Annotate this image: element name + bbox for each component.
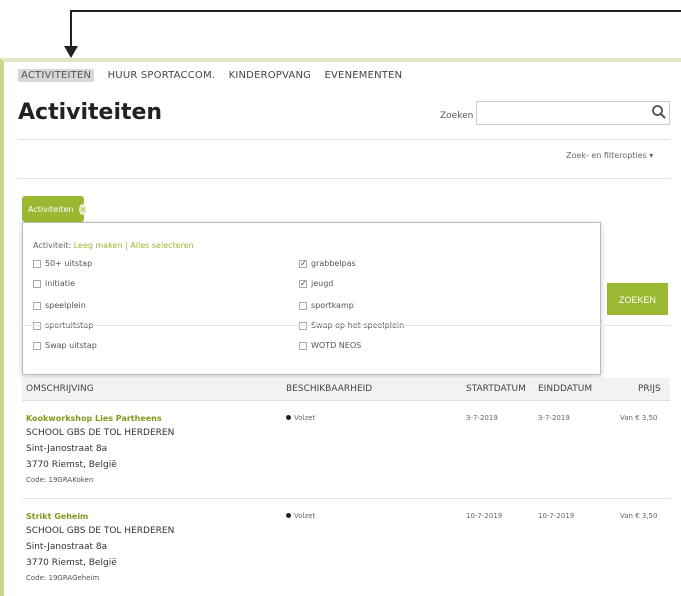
filter-tag-activities[interactable]: Activiteiten × [22,196,87,222]
page-title: Activiteiten [18,100,163,125]
nav-item-huur-sportaccom[interactable]: HUUR SPORTACCOM. [108,70,216,81]
checkbox-label: speelplein [45,301,86,310]
price: Van € 3,50 [620,414,658,422]
dropdown-heading-label: Activiteit: [33,241,72,250]
checkbox-option[interactable]: sportkamp [299,301,354,310]
select-all-link[interactable]: Alles selecteren [130,241,193,250]
checkbox-option[interactable]: 50+ uitstap [33,259,92,268]
checkbox-icon[interactable] [33,341,41,350]
table-row[interactable]: Strikt Geheim SCHOOL GBS DE TOL HERDEREN… [22,500,670,592]
divider [18,139,670,140]
annotation-area [0,0,681,58]
availability-label: Volzet [294,512,316,520]
checkbox-icon[interactable] [33,301,41,310]
activity-city: 3770 Riemst, België [26,460,117,470]
end-date: 3-7-2019 [538,414,570,422]
checkbox-label: sportkamp [311,301,354,310]
nav-item-activiteiten[interactable]: ACTIVITEITEN [18,69,95,82]
divider [18,178,670,179]
checkbox-option[interactable]: speelplein [33,301,86,310]
dropdown-heading: Activiteit: Leeg maken | Alles selectere… [33,241,194,250]
start-date: 10-7-2019 [466,512,503,520]
search-input[interactable] [476,101,670,125]
activity-title-link[interactable]: Kookworkshop Lies Partheens [26,414,162,423]
filter-tag-label: Activiteiten [28,204,74,214]
checkbox-option[interactable]: initiatie [33,279,75,288]
availability-label: Volzet [294,414,316,422]
checkbox-option[interactable]: ✓ grabbelpas [299,259,356,268]
activity-title-link[interactable]: Strikt Geheim [26,512,88,521]
annotation-line-horizontal [71,10,681,12]
annotation-arrow-icon [64,46,78,58]
column-header-start-date[interactable]: STARTDATUM [466,384,526,394]
checkbox-label: initiatie [45,279,76,288]
checkbox-option[interactable]: Swap uitstap [33,341,97,350]
nav-item-evenementen[interactable]: EVENEMENTEN [325,70,403,81]
status-dot-icon [286,513,291,518]
checkbox-label: jeugd [311,279,334,288]
checkbox-icon[interactable] [33,259,41,268]
remove-filter-icon[interactable]: × [79,203,87,215]
checkbox-label: 50+ uitstap [45,259,93,268]
clear-selection-link[interactable]: Leeg maken [74,241,123,250]
column-header-price[interactable]: PRIJS [638,384,661,394]
column-header-description[interactable]: OMSCHRIJVING [26,384,94,394]
checkbox-checked-icon[interactable]: ✓ [299,279,307,288]
checkbox-label: Swap uitstap [45,341,97,350]
checkbox-checked-icon[interactable]: ✓ [299,259,307,268]
nav-item-kinderopvang[interactable]: KINDEROPVANG [229,70,312,81]
checkbox-icon[interactable] [33,279,41,288]
activity-street: Sint-Janostraat 8a [26,542,108,552]
activity-code: Code: 19GRAKoken [26,476,94,484]
filter-options-link[interactable]: Zoek- en filteropties ▾ [566,151,653,160]
search-icon[interactable] [651,104,667,120]
search-button[interactable]: ZOEKEN [607,283,668,315]
divider [22,325,670,326]
search-label: Zoeken [440,111,474,121]
table-header: OMSCHRIJVING BESCHIKBAARHEID STARTDATUM … [22,378,670,401]
checkbox-option[interactable]: ✓ jeugd [299,279,333,288]
top-nav: ACTIVITEITEN HUUR SPORTACCOM. KINDEROPVA… [18,69,412,86]
divider [22,498,670,499]
price: Van € 3,50 [620,512,658,520]
checkbox-icon[interactable] [299,301,307,310]
activity-code: Code: 19GRAGeheim [26,574,100,582]
checkbox-label: grabbelpas [311,259,356,268]
table-row[interactable]: Kookworkshop Lies Partheens SCHOOL GBS D… [22,402,670,494]
annotation-line-vertical [70,10,72,48]
end-date: 10-7-2019 [538,512,575,520]
activity-city: 3770 Riemst, België [26,558,117,568]
checkbox-label: WOTD NEOS [311,341,362,350]
column-header-end-date[interactable]: EINDDATUM [538,384,592,394]
activity-school: SCHOOL GBS DE TOL HERDEREN [26,526,175,536]
activity-street: Sint-Janostraat 8a [26,444,108,454]
status-dot-icon [286,415,291,420]
start-date: 3-7-2019 [466,414,498,422]
availability-status: Volzet [286,414,315,422]
activity-filter-dropdown: Activiteit: Leeg maken | Alles selectere… [22,222,601,375]
column-header-availability[interactable]: BESCHIKBAARHEID [286,384,372,394]
activity-school: SCHOOL GBS DE TOL HERDEREN [26,428,175,438]
availability-status: Volzet [286,512,315,520]
checkbox-icon[interactable] [299,341,307,350]
checkbox-option[interactable]: WOTD NEOS [299,341,361,350]
